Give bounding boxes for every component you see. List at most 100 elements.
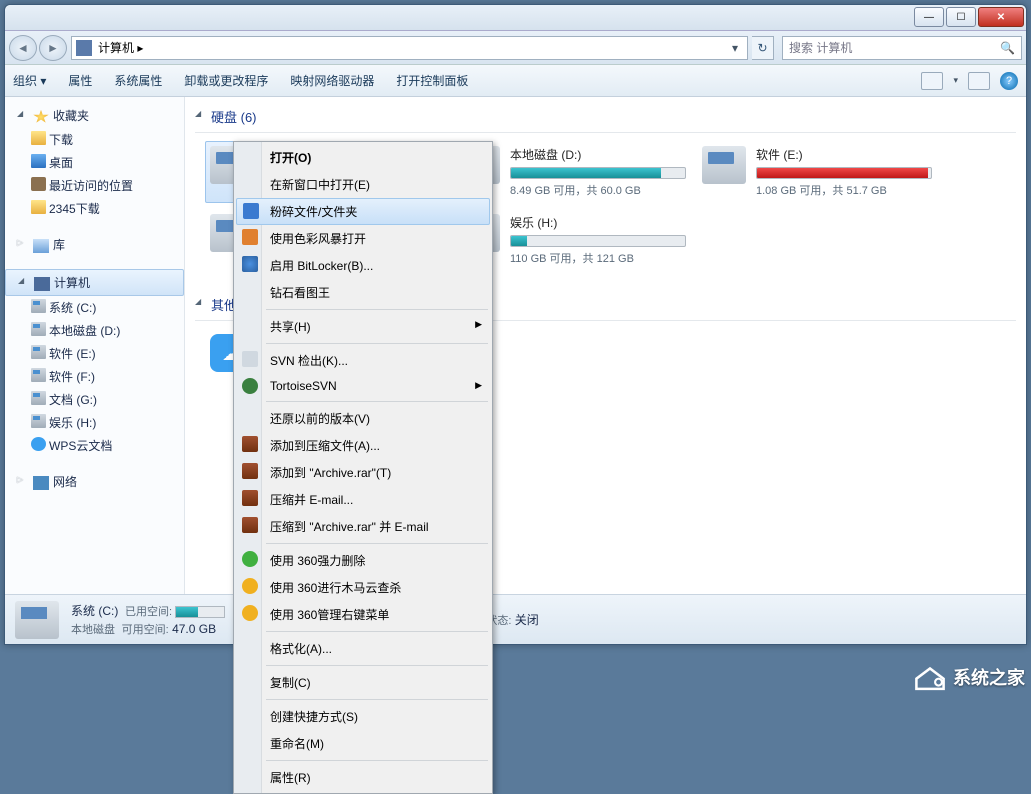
sidebar-item-recent[interactable]: 最近访问的位置 [5,174,184,197]
address-dropdown-icon[interactable]: ▾ [727,41,743,55]
organize-menu[interactable]: 组织 ▾ [13,72,46,89]
context-menu-item[interactable]: 添加到 "Archive.rar"(T) [236,459,490,486]
sidebar-drive-g[interactable]: 文档 (G:) [5,388,184,411]
computer-header[interactable]: 计算机 [5,269,184,296]
360y-icon [242,605,258,621]
sidebar-drive-f[interactable]: 软件 (F:) [5,365,184,388]
watermark: 系统之家 [913,663,1025,691]
drive-icon [31,345,46,359]
rar-icon [242,517,258,533]
detail-free: 47.0 GB [172,622,216,636]
view-dropdown-icon[interactable]: ▾ [953,75,958,86]
context-menu-item[interactable]: 还原以前的版本(V) [236,405,490,432]
preview-pane-icon[interactable] [968,72,990,90]
address-text: 计算机 ▸ [98,39,143,56]
drive-icon [31,391,46,405]
context-menu-item[interactable]: 启用 BitLocker(B)... [236,252,490,279]
toolbar: 组织 ▾ 属性 系统属性 卸载或更改程序 映射网络驱动器 打开控制面板 ▾ ? [5,65,1026,97]
watermark-logo-icon [913,663,947,691]
minimize-button[interactable] [914,7,944,27]
drive-icon [31,322,46,336]
detail-type: 本地磁盘 [71,624,115,636]
star-icon [33,110,49,124]
folder-icon [31,200,46,214]
favorites-header[interactable]: 收藏夹 [5,103,184,128]
control-panel-button[interactable]: 打开控制面板 [396,72,468,89]
context-menu-item[interactable]: 使用 360强力删除 [236,547,490,574]
context-menu-item[interactable]: 钻石看图王 [236,279,490,306]
address-bar[interactable]: 计算机 ▸ ▾ [71,36,748,60]
sidebar-wps-cloud[interactable]: WPS云文档 [5,434,184,457]
system-properties-button[interactable]: 系统属性 [114,72,162,89]
drive-capacity-text: 110 GB 可用，共 121 GB [510,250,686,266]
uninstall-button[interactable]: 卸载或更改程序 [184,72,268,89]
drive-name: 娱乐 (H:) [510,214,686,231]
back-button[interactable]: ◄ [9,35,37,61]
libraries-header[interactable]: 库 [5,232,184,257]
network-header[interactable]: 网络 [5,469,184,494]
titlebar [5,5,1026,31]
explorer-window: ◄ ► 计算机 ▸ ▾ ↻ 搜索 计算机 🔍 组织 ▾ 属性 系统属性 卸载或更… [4,4,1027,645]
context-menu-item[interactable]: 压缩并 E-mail... [236,486,490,513]
sidebar-drive-d[interactable]: 本地磁盘 (D:) [5,319,184,342]
eye-icon [242,229,258,245]
maximize-button[interactable] [946,7,976,27]
context-menu-item[interactable]: 在新窗口中打开(E) [236,171,490,198]
capacity-bar [510,167,686,179]
360g-icon [242,551,258,567]
drive-item[interactable]: 软件 (E:) 1.08 GB 可用，共 51.7 GB [697,141,937,203]
search-icon: 🔍 [1000,41,1015,55]
context-menu-item[interactable]: 复制(C) [236,669,490,696]
properties-button[interactable]: 属性 [68,72,92,89]
context-menu-item[interactable]: 共享(H) [236,313,490,340]
context-menu-item[interactable]: 压缩到 "Archive.rar" 并 E-mail [236,513,490,540]
drives-section-header[interactable]: 硬盘 (6) [185,97,1026,130]
context-menu-item[interactable]: 使用 360进行木马云查杀 [236,574,490,601]
context-menu-item[interactable]: 添加到压缩文件(A)... [236,432,490,459]
sidebar-drive-c[interactable]: 系统 (C:) [5,296,184,319]
context-menu-item[interactable]: 格式化(A)... [236,635,490,662]
forward-button[interactable]: ► [39,35,67,61]
sidebar-item-2345[interactable]: 2345下载 [5,197,184,220]
detail-bitlocker: 关闭 [515,613,539,627]
rar-icon [242,490,258,506]
drive-icon [15,601,59,639]
navigation-pane: 收藏夹 下载 桌面 最近访问的位置 2345下载 库 计算机 系统 (C:) 本… [5,97,185,594]
context-menu-item[interactable]: 打开(O) [236,144,490,171]
help-icon[interactable]: ? [1000,72,1018,90]
sidebar-drive-e[interactable]: 软件 (E:) [5,342,184,365]
network-icon [33,476,49,490]
desktop-icon [31,154,46,168]
rar-icon [242,463,258,479]
detail-name: 系统 (C:) [71,604,118,618]
close-button[interactable] [978,7,1024,27]
computer-icon [34,277,50,291]
map-drive-button[interactable]: 映射网络驱动器 [290,72,374,89]
context-menu-item[interactable]: 创建快捷方式(S) [236,703,490,730]
turtle-icon [242,378,258,394]
context-menu-item[interactable]: TortoiseSVN [236,374,490,398]
used-bar [175,606,225,618]
360y-icon [242,578,258,594]
search-input[interactable]: 搜索 计算机 🔍 [782,36,1022,60]
drive-icon [702,146,746,184]
context-menu-item[interactable]: SVN 检出(K)... [236,347,490,374]
context-menu: 打开(O)在新窗口中打开(E)粉碎文件/文件夹使用色彩风暴打开启用 BitLoc… [233,141,493,794]
drive-name: 本地磁盘 (D:) [510,146,686,163]
drive-name: 软件 (E:) [756,146,932,163]
drive-capacity-text: 8.49 GB 可用，共 60.0 GB [510,182,686,198]
blue-icon [243,203,259,219]
sidebar-drive-h[interactable]: 娱乐 (H:) [5,411,184,434]
context-menu-item[interactable]: 使用 360管理右键菜单 [236,601,490,628]
drive-icon [31,299,46,313]
drive-capacity-text: 1.08 GB 可用，共 51.7 GB [756,182,932,198]
context-menu-item[interactable]: 使用色彩风暴打开 [236,225,490,252]
context-menu-item[interactable]: 粉碎文件/文件夹 [236,198,490,225]
sidebar-item-desktop[interactable]: 桌面 [5,151,184,174]
view-options-icon[interactable] [921,72,943,90]
refresh-button[interactable]: ↻ [752,36,774,60]
context-menu-item[interactable]: 重命名(M) [236,730,490,757]
sidebar-item-downloads[interactable]: 下载 [5,128,184,151]
details-pane: 系统 (C:) 已用空间: 本地磁盘 可用空间: 47.0 GB BitLock… [5,594,1026,644]
context-menu-item[interactable]: 属性(R) [236,764,490,791]
